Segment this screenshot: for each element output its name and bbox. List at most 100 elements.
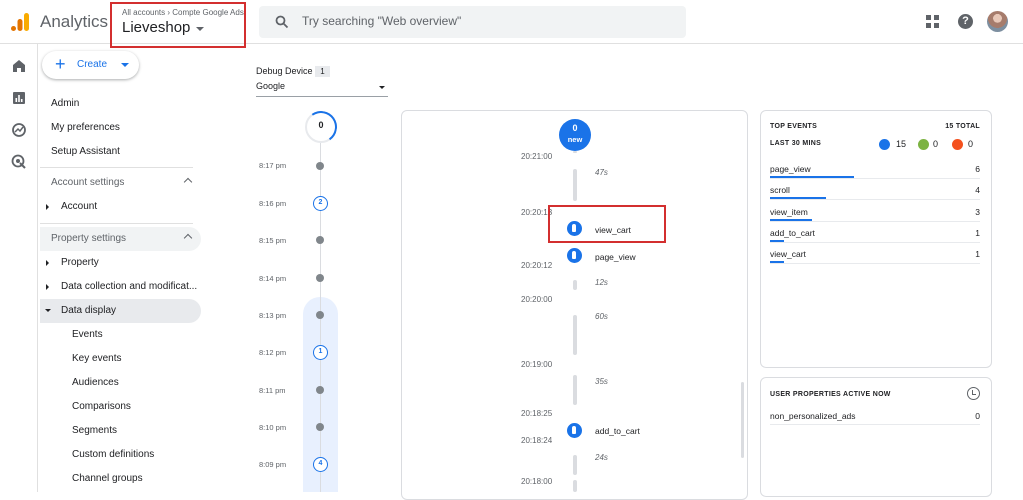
minute-time: 8:12 pm [259, 348, 287, 357]
events-count: 15 [896, 139, 907, 149]
advertising-icon[interactable] [11, 154, 27, 170]
minute-count-badge[interactable]: 1 [313, 345, 328, 360]
minute-count-badge[interactable]: 4 [313, 457, 328, 472]
minute-time: 8:13 pm [259, 311, 287, 320]
minute-dot[interactable] [316, 236, 324, 244]
top-event-name[interactable]: page_view [770, 164, 811, 174]
analytics-logo[interactable] [10, 12, 30, 32]
create-button[interactable]: + Create [42, 51, 139, 79]
create-label: Create [77, 59, 108, 70]
event-label[interactable]: add_to_cart [595, 426, 640, 436]
timeline-segment [573, 169, 577, 201]
search-placeholder: Try searching "Web overview" [302, 14, 462, 28]
plus-icon: + [55, 54, 66, 74]
key-events-count: 0 [933, 139, 939, 149]
minute-dot[interactable] [316, 162, 324, 170]
new-events-count: 0 [572, 123, 578, 133]
nav-account[interactable]: Account [61, 201, 97, 212]
minute-dot[interactable] [316, 386, 324, 394]
section-label: Property settings [51, 233, 127, 244]
user-property-value: 0 [975, 411, 980, 421]
nav-sub-audiences[interactable]: Audiences [72, 377, 119, 388]
user-property-name[interactable]: non_personalized_ads [770, 411, 856, 421]
search-bar[interactable]: Try searching "Web overview" [259, 6, 686, 38]
seconds-time: 20:20:12 [521, 261, 553, 270]
touch-event-icon[interactable] [567, 423, 582, 438]
top-event-name[interactable]: scroll [770, 185, 790, 195]
timeline-segment [573, 315, 577, 355]
nav-section-account-settings[interactable]: Account settings [40, 171, 201, 195]
seconds-time: 20:18:24 [521, 436, 553, 445]
event-label[interactable]: page_view [595, 252, 636, 262]
divider [40, 167, 193, 168]
new-events-label: new [567, 135, 583, 144]
nav-sub-events[interactable]: Events [72, 329, 103, 340]
minute-dot[interactable] [316, 423, 324, 431]
nav-sub-channel-groups[interactable]: Channel groups [72, 473, 143, 484]
row-separator [770, 424, 980, 425]
top-event-value: 1 [975, 228, 980, 238]
nav-sub-key-events[interactable]: Key events [72, 353, 121, 364]
duration-label: 12s [595, 278, 608, 287]
scrollbar[interactable] [741, 382, 744, 458]
timeline-segment [573, 280, 577, 290]
debug-device-count: 1 [315, 66, 330, 77]
caret-down-icon[interactable] [379, 86, 385, 89]
help-icon[interactable]: ? [958, 14, 973, 29]
top-event-value: 1 [975, 249, 980, 259]
nav-data-display[interactable]: Data display [61, 305, 116, 316]
account-selector[interactable]: All accounts › Compte Google Ads Lievesh… [110, 2, 246, 48]
duration-label: 60s [595, 312, 608, 321]
apps-icon[interactable] [926, 15, 939, 28]
minute-time: 8:14 pm [259, 274, 287, 283]
top-event-value: 4 [975, 185, 980, 195]
seconds-time: 20:19:00 [521, 360, 553, 369]
duration-label: 35s [595, 377, 608, 386]
row-separator [770, 221, 980, 222]
minute-time: 8:10 pm [259, 423, 287, 432]
top-event-name[interactable]: view_item [770, 207, 808, 217]
touch-event-icon[interactable] [567, 248, 582, 263]
reports-icon[interactable] [11, 90, 27, 106]
seconds-time: 20:18:25 [521, 409, 553, 418]
explore-icon[interactable] [11, 122, 27, 138]
row-separator [770, 263, 980, 264]
caret-down-icon [121, 63, 129, 67]
minute-time: 8:09 pm [259, 460, 287, 469]
nav-sub-segments[interactable]: Segments [72, 425, 117, 436]
section-label: Account settings [51, 177, 125, 188]
home-icon[interactable] [11, 58, 27, 74]
seconds-time: 20:21:00 [521, 152, 553, 161]
nav-property[interactable]: Property [61, 257, 99, 268]
collapse-icon [45, 309, 51, 312]
avatar[interactable] [987, 11, 1008, 32]
top-event-name[interactable]: add_to_cart [770, 228, 815, 238]
new-events-circle[interactable]: 0 new [559, 119, 591, 151]
highlight-annotation-box [548, 205, 666, 243]
expand-icon [46, 260, 49, 266]
divider [40, 223, 193, 224]
search-icon [275, 15, 289, 29]
timeline-segment [573, 151, 577, 153]
top-event-name[interactable]: view_cart [770, 249, 806, 259]
timeline-segment [573, 480, 577, 492]
history-icon[interactable] [967, 387, 980, 400]
minute-dot[interactable] [316, 311, 324, 319]
nav-setup-assistant[interactable]: Setup Assistant [51, 146, 120, 157]
debug-device-select[interactable]: Google [256, 81, 285, 91]
minute-time: 8:16 pm [259, 199, 287, 208]
nav-data-collection[interactable]: Data collection and modificat... [61, 281, 197, 292]
nav-sub-comparisons[interactable]: Comparisons [72, 401, 131, 412]
nav-my-preferences[interactable]: My preferences [51, 122, 120, 133]
timeline-segment [573, 455, 577, 475]
errors-icon [952, 139, 963, 150]
nav-admin[interactable]: Admin [51, 98, 79, 109]
minute-count-badge[interactable]: 2 [313, 196, 328, 211]
nav-sub-custom-definitions[interactable]: Custom definitions [72, 449, 154, 460]
top-events-title: TOP EVENTS [770, 123, 818, 130]
seconds-time: 20:18:00 [521, 477, 553, 486]
nav-section-property-settings[interactable]: Property settings [40, 227, 201, 251]
minute-dot[interactable] [316, 274, 324, 282]
debug-device-label: Debug Device [256, 66, 313, 76]
left-rail [0, 44, 38, 492]
